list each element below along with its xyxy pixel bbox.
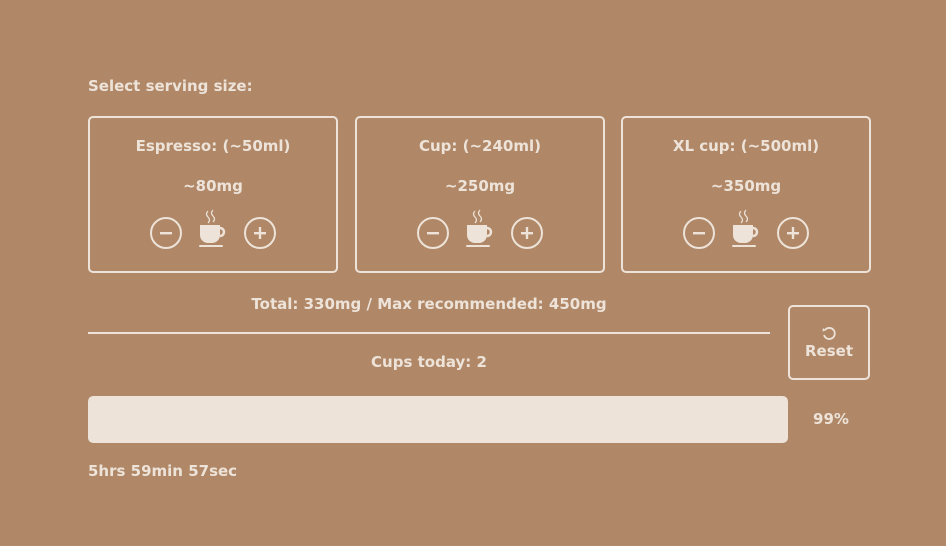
minus-icon (427, 232, 439, 235)
increase-button[interactable] (511, 217, 543, 249)
serving-card: XL cup: (~500ml) ~350mg (621, 116, 871, 273)
reset-icon (822, 326, 836, 340)
reset-label: Reset (805, 341, 853, 360)
coffee-cup-icon (729, 208, 763, 252)
serving-title: Cup: (~240ml) (418, 137, 541, 155)
serving-caffeine: ~80mg (183, 177, 243, 195)
serving-title: Espresso: (~50ml) (135, 137, 291, 155)
caffeine-progress-bar (88, 396, 788, 443)
progress-fill (88, 396, 788, 443)
progress-percent: 99% (813, 410, 849, 428)
plus-icon (254, 227, 266, 239)
cups-today-text: Cups today: 2 (371, 353, 487, 371)
increase-button[interactable] (244, 217, 276, 249)
increase-button[interactable] (777, 217, 809, 249)
minus-icon (693, 232, 705, 235)
plus-icon (521, 227, 533, 239)
divider (88, 332, 770, 334)
decrease-button[interactable] (417, 217, 449, 249)
serving-card: Cup: (~240ml) ~250mg (355, 116, 605, 273)
timer-text: 5hrs 59min 57sec (88, 462, 238, 480)
serving-card: Espresso: (~50ml) ~80mg (88, 116, 338, 273)
total-caffeine-text: Total: 330mg / Max recommended: 450mg (251, 295, 607, 313)
decrease-button[interactable] (683, 217, 715, 249)
serving-title: XL cup: (~500ml) (672, 137, 820, 155)
select-serving-label: Select serving size: (88, 77, 253, 95)
minus-icon (160, 232, 172, 235)
plus-icon (787, 227, 799, 239)
coffee-cup-icon (463, 208, 497, 252)
coffee-cup-icon (196, 208, 230, 252)
reset-button[interactable]: Reset (788, 305, 870, 380)
decrease-button[interactable] (150, 217, 182, 249)
serving-caffeine: ~350mg (710, 177, 782, 195)
serving-caffeine: ~250mg (444, 177, 516, 195)
